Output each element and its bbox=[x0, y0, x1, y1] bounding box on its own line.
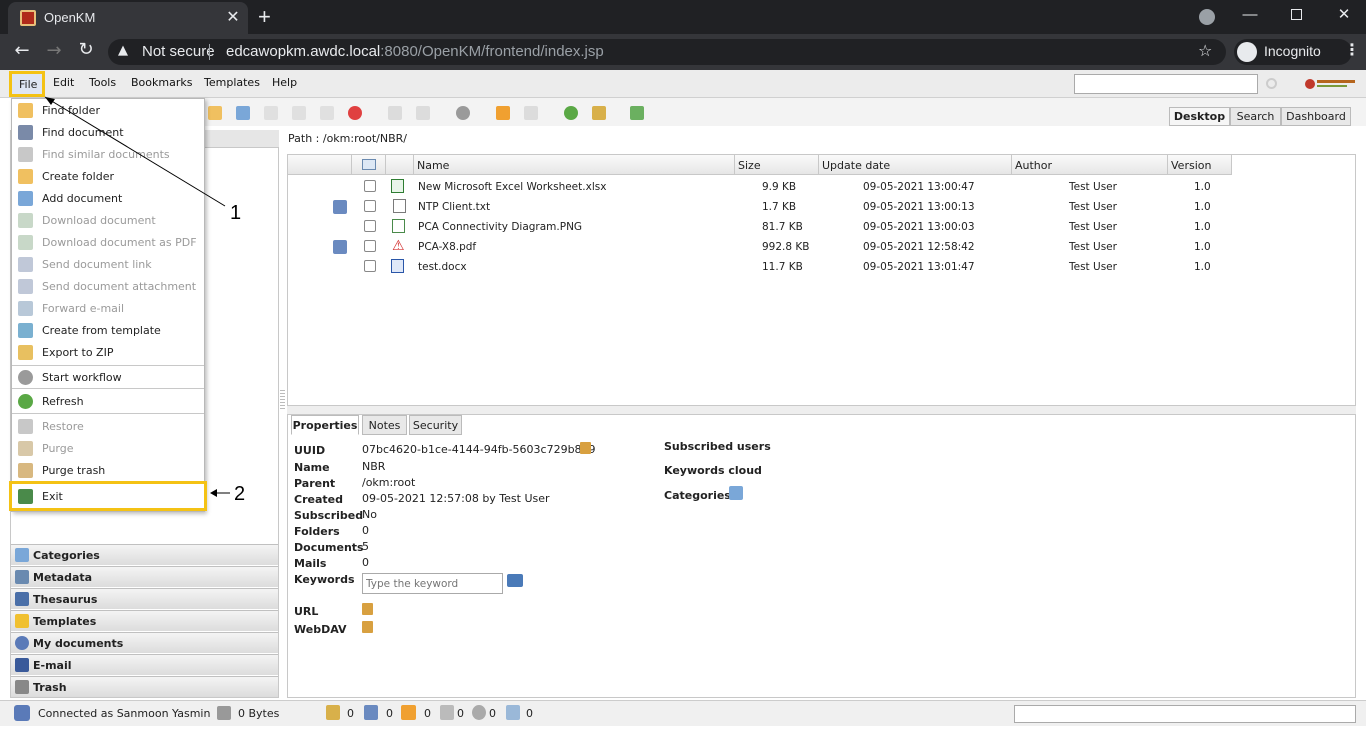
annotation-arrowhead-2 bbox=[210, 489, 217, 497]
annotation-label-1: 1 bbox=[230, 202, 242, 224]
annotation-arrowhead-1 bbox=[45, 97, 55, 105]
annotation-overlay bbox=[44, 96, 230, 497]
annotation-label-2: 2 bbox=[234, 483, 246, 505]
annotation-line-1 bbox=[44, 96, 226, 207]
